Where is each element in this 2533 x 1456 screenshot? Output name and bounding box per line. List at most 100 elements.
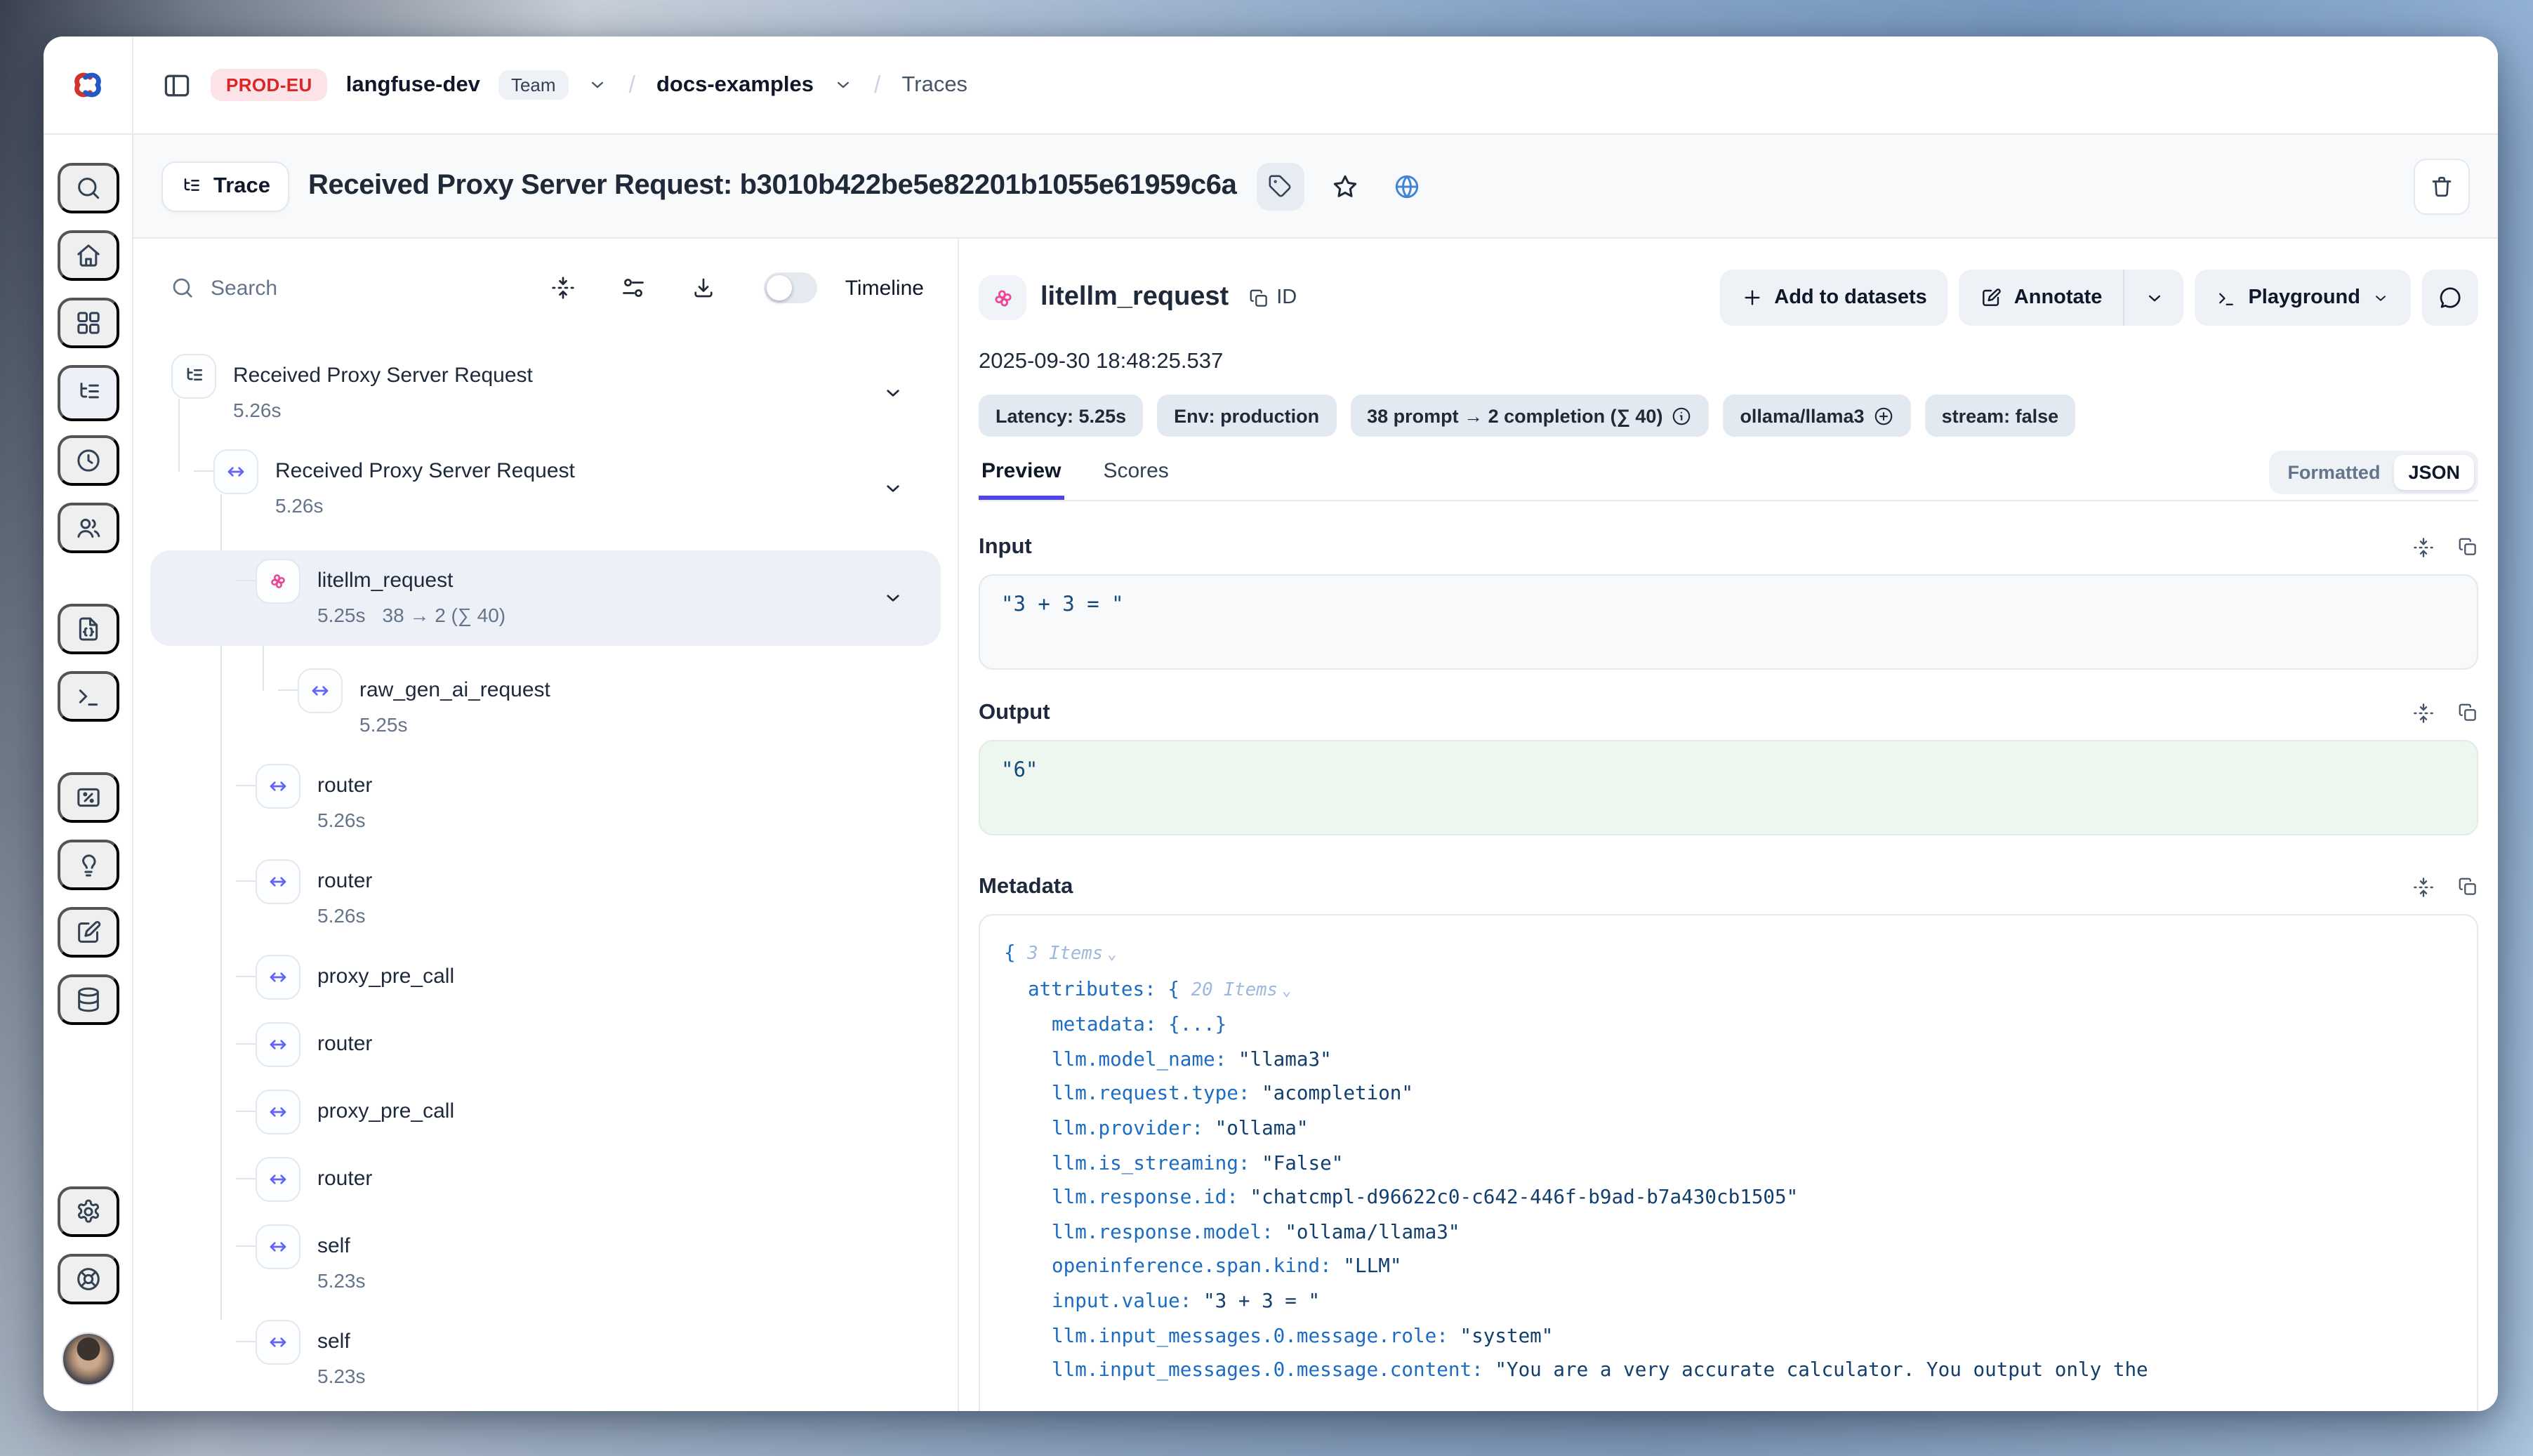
delete-trace-button[interactable] (2414, 158, 2470, 214)
metadata-json-line: llm.response.id: "chatcmpl-d96622c0-c642… (1004, 1181, 2453, 1215)
bookmark-star-button[interactable] (1323, 165, 1365, 207)
sidebar-item-dashboard-grid[interactable] (57, 298, 119, 348)
sidebar-item-annotation-pen[interactable] (57, 907, 119, 958)
plus-circle-icon[interactable] (1873, 405, 1894, 426)
sidebar-item-playground-terminal[interactable] (57, 671, 119, 722)
observation-timestamp: 2025-09-30 18:48:25.537 (979, 350, 2478, 375)
output-content: "6" (979, 740, 2478, 835)
datasets-database-icon (74, 986, 102, 1014)
collapse-section-button[interactable] (2412, 702, 2435, 724)
sidebar-item-sessions-clock[interactable] (57, 435, 119, 486)
org-type-chip: Team (498, 70, 569, 100)
generation-pinwheel-icon (256, 559, 300, 604)
copy-section-button[interactable] (2457, 536, 2478, 559)
tree-row-router[interactable]: router5.26s (150, 865, 941, 932)
chevron-down-icon[interactable] (882, 477, 904, 500)
tab-scores[interactable]: Scores (1100, 459, 1171, 500)
chevron-down-icon[interactable] (882, 382, 904, 404)
org-logo[interactable] (44, 37, 133, 133)
sidebar-item-prompts-file[interactable] (57, 604, 119, 654)
project-switcher-chevron[interactable] (832, 74, 853, 95)
metadata-json-viewer[interactable]: { 3 Items⌄attributes: { 20 Items⌄metadat… (979, 914, 2478, 1411)
annotate-button[interactable]: Annotate (1959, 270, 2124, 326)
user-avatar[interactable] (61, 1332, 114, 1386)
span-arrows-icon (256, 955, 300, 1000)
evaluation-percent-icon (74, 783, 102, 812)
tree-row-label: proxy_pre_call (317, 960, 454, 994)
tree-search-input[interactable]: Search (170, 275, 505, 300)
comments-button[interactable] (2422, 270, 2478, 326)
tags-button[interactable] (1256, 162, 1304, 210)
sidebar-item-evaluation-percent[interactable] (57, 772, 119, 823)
span-arrows-icon (256, 1090, 300, 1134)
sliders-icon (621, 275, 646, 300)
breadcrumb-section[interactable]: Traces (901, 72, 967, 98)
tab-preview[interactable]: Preview (979, 459, 1064, 500)
star-icon (1330, 172, 1358, 200)
sidebar-item-users[interactable] (57, 503, 119, 553)
collapse-section-button[interactable] (2412, 876, 2435, 899)
download-button[interactable] (691, 275, 716, 300)
copy-section-button[interactable] (2457, 702, 2478, 724)
span-arrows-icon (256, 859, 300, 904)
span-arrows-icon (213, 449, 258, 494)
sidebar-rail (44, 135, 133, 1411)
chevron-down-icon (2372, 289, 2390, 307)
format-option-formatted[interactable]: Formatted (2273, 455, 2394, 490)
org-name[interactable]: langfuse-dev (346, 72, 480, 98)
tree-row-proxy-pre-call[interactable]: proxy_pre_call (150, 1095, 941, 1134)
tree-row-received-proxy-server-request[interactable]: Received Proxy Server Request5.26s (150, 455, 941, 522)
copy-section-button[interactable] (2457, 876, 2478, 899)
add-to-datasets-button[interactable]: Add to datasets (1719, 270, 1948, 326)
tree-row-self[interactable]: self5.23s (150, 1325, 941, 1393)
sidebar-item-insights-lightbulb[interactable] (57, 840, 119, 890)
span-arrows-icon (298, 668, 343, 713)
org-switcher-chevron[interactable] (587, 74, 608, 95)
format-toggle: Formatted JSON (2269, 451, 2478, 494)
annotate-split-button: Annotate (1959, 270, 2184, 326)
observation-badge[interactable]: 38 prompt → 2 completion (∑ 40) (1350, 395, 1709, 437)
sidebar-item-home[interactable] (57, 230, 119, 281)
observation-badge[interactable]: ollama/llama3 (1723, 395, 1910, 437)
tree-row-proxy-pre-call[interactable]: proxy_pre_call (150, 960, 941, 1000)
sidebar-item-support-lifebuoy[interactable] (57, 1254, 119, 1304)
tree-row-raw-gen-ai-request[interactable]: raw_gen_ai_request5.25s (150, 674, 941, 741)
tree-toolbar: Search Timeline (133, 239, 958, 337)
public-share-button[interactable] (1385, 165, 1427, 207)
tree-row-received-proxy-server-request[interactable]: Received Proxy Server Request5.26s (150, 359, 941, 427)
sidebar-toggle-button[interactable] (161, 70, 192, 100)
breadcrumb-divider: / (626, 71, 638, 99)
tree-settings-button[interactable] (621, 275, 646, 300)
sidebar-item-datasets-database[interactable] (57, 974, 119, 1025)
span-arrows-icon (256, 1022, 300, 1067)
tree-row-router[interactable]: router5.26s (150, 769, 941, 837)
tree-row-litellm-request[interactable]: litellm_request5.25s38 → 2 (∑ 40) (150, 550, 941, 646)
tree-row-label: router (317, 1028, 372, 1061)
collapse-all-button[interactable] (550, 275, 576, 300)
tree-row-router[interactable]: router (150, 1028, 941, 1067)
observation-title: litellm_request (1040, 282, 1229, 313)
tree-row-router[interactable]: router (150, 1163, 941, 1202)
copy-id-control[interactable]: ID (1248, 286, 1297, 309)
trace-tree-icon (180, 175, 202, 197)
home-icon (74, 241, 102, 270)
environment-badge: PROD-EU (211, 69, 328, 101)
tree-row-self[interactable]: self5.23s (150, 1230, 941, 1297)
chevron-down-icon[interactable] (882, 587, 904, 609)
annotate-dropdown-button[interactable] (2124, 270, 2183, 326)
format-option-json[interactable]: JSON (2394, 455, 2474, 490)
badge-label: stream: false (1942, 405, 2059, 426)
metadata-json-line: llm.response.model: "ollama/llama3" (1004, 1216, 2453, 1250)
timeline-toggle[interactable] (764, 272, 817, 303)
sidebar-item-traces-tree[interactable] (57, 365, 119, 421)
prompts-file-icon (74, 615, 102, 643)
search-placeholder: Search (211, 276, 277, 300)
search-icon (74, 174, 102, 202)
project-name[interactable]: docs-examples (656, 72, 814, 98)
copy-icon (2457, 536, 2478, 559)
info-icon[interactable] (1671, 405, 1692, 426)
playground-button[interactable]: Playground (2195, 270, 2411, 326)
collapse-section-button[interactable] (2412, 536, 2435, 559)
sidebar-item-settings-gear[interactable] (57, 1186, 119, 1237)
sidebar-item-search[interactable] (57, 163, 119, 213)
